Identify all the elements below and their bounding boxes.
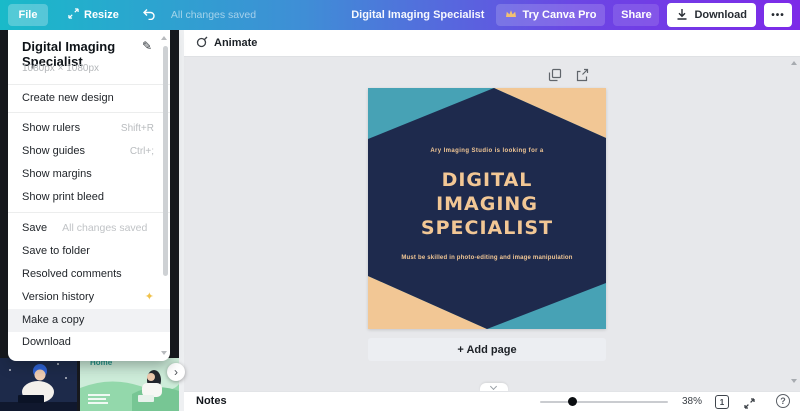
- sidebar-expand-button[interactable]: ›: [167, 363, 185, 381]
- menu-item-show-margins[interactable]: Show margins: [8, 163, 170, 186]
- bottombar-collapse-tab[interactable]: [480, 383, 508, 391]
- chevron-right-icon: ›: [174, 366, 178, 378]
- menu-item-show-guides[interactable]: Show guides Ctrl+;: [8, 140, 170, 163]
- menu-item-version-history[interactable]: Version history ✦: [8, 286, 170, 309]
- page-count-label: 1: [720, 398, 724, 407]
- menu-scrollbar[interactable]: [163, 46, 168, 276]
- resize-label: Resize: [84, 9, 119, 21]
- headline-line: SPECIALIST: [368, 216, 606, 240]
- animate-label: Animate: [214, 37, 257, 49]
- menu-scroll-up-icon[interactable]: [161, 36, 167, 40]
- menu-item-label: Version history: [22, 291, 94, 303]
- autosave-status: All changes saved: [171, 9, 256, 21]
- design-headline[interactable]: DIGITAL IMAGING SPECIALIST: [368, 168, 606, 240]
- move-page-icon[interactable]: [575, 68, 589, 87]
- header-bar: File Resize All changes saved Digital Im…: [0, 0, 800, 30]
- fullscreen-button[interactable]: [744, 396, 755, 411]
- page-count-button[interactable]: 1: [715, 395, 729, 409]
- menu-item-label: Save: [22, 222, 47, 234]
- canvas-area: Ary Imaging Studio is looking for a DIGI…: [184, 57, 800, 391]
- resize-icon: [68, 8, 79, 22]
- menu-item-create-new-design[interactable]: Create new design: [8, 87, 170, 110]
- document-title: Digital Imaging Specialist: [351, 9, 484, 21]
- zoom-percentage: 38%: [682, 396, 702, 407]
- menu-item-make-a-copy[interactable]: Make a copy: [8, 309, 170, 332]
- help-button[interactable]: ?: [776, 394, 790, 408]
- more-options-button[interactable]: •••: [764, 3, 792, 27]
- animate-button[interactable]: Animate: [196, 36, 257, 51]
- canvas-scroll-down-icon[interactable]: [791, 379, 797, 383]
- headline-line: IMAGING: [368, 192, 606, 216]
- design-text-block: Ary Imaging Studio is looking for a DIGI…: [368, 88, 606, 329]
- shortcut-label: Shift+R: [121, 117, 154, 140]
- premium-star-icon: ✦: [145, 286, 154, 309]
- try-canva-pro-label: Try Canva Pro: [522, 9, 596, 21]
- context-toolbar: Animate: [184, 30, 800, 57]
- download-button[interactable]: Download: [667, 3, 756, 27]
- menu-divider: [8, 84, 170, 85]
- design-kicker-text[interactable]: Ary Imaging Studio is looking for a: [368, 148, 606, 154]
- design-page[interactable]: Ary Imaging Studio is looking for a DIGI…: [368, 88, 606, 329]
- menu-item-show-rulers[interactable]: Show rulers Shift+R: [8, 117, 170, 140]
- menu-item-label: Show rulers: [22, 122, 80, 134]
- resize-button[interactable]: Resize: [62, 4, 125, 26]
- menu-item-show-print-bleed[interactable]: Show print bleed: [8, 186, 170, 209]
- zoom-slider-handle[interactable]: [568, 397, 577, 406]
- design-subtext[interactable]: Must be skilled in photo-editing and ima…: [368, 255, 606, 261]
- try-canva-pro-button[interactable]: Try Canva Pro: [496, 4, 605, 26]
- file-menu-button[interactable]: File: [8, 4, 48, 26]
- menu-item-save[interactable]: Save All changes saved: [8, 217, 170, 240]
- undo-button[interactable]: [137, 4, 161, 26]
- design-dimensions: 1080px × 1080px: [22, 63, 99, 74]
- template-thumbnail-navy[interactable]: [0, 358, 77, 411]
- share-button[interactable]: Share: [613, 4, 659, 26]
- file-dropdown-menu: Digital Imaging Specialist ✎ 1080px × 10…: [8, 30, 170, 361]
- zoom-slider-track[interactable]: [540, 401, 668, 403]
- menu-item-save-to-folder[interactable]: Save to folder: [8, 240, 170, 263]
- duplicate-page-icon[interactable]: [548, 68, 562, 87]
- menu-item-resolved-comments[interactable]: Resolved comments: [8, 263, 170, 286]
- template-thumbnail-home[interactable]: Home: [80, 358, 179, 411]
- menu-divider: [8, 212, 170, 213]
- canvas-scroll-up-icon[interactable]: [791, 61, 797, 65]
- canva-editor: File Resize All changes saved Digital Im…: [0, 0, 800, 411]
- download-label: Download: [694, 9, 747, 21]
- undo-icon: [142, 8, 156, 23]
- headline-line: DIGITAL: [368, 168, 606, 192]
- expand-icon: [744, 396, 755, 411]
- edit-title-pencil-icon[interactable]: ✎: [142, 39, 152, 53]
- menu-item-label: Show guides: [22, 145, 85, 157]
- shortcut-label: Ctrl+;: [130, 140, 154, 163]
- bottom-status-bar: Notes 38% 1 ?: [184, 391, 800, 411]
- chevron-down-icon: [490, 383, 497, 390]
- crown-icon: [505, 9, 517, 21]
- save-status-note: All changes saved: [62, 222, 147, 234]
- sidebar-edge: [179, 30, 184, 411]
- animate-icon: [196, 36, 208, 51]
- menu-divider: [8, 112, 170, 113]
- page-actions: [548, 68, 589, 87]
- add-page-button[interactable]: + Add page: [368, 338, 606, 361]
- download-icon: [676, 8, 688, 23]
- menu-item-download[interactable]: Download: [8, 331, 170, 354]
- notes-button[interactable]: Notes: [196, 395, 227, 407]
- question-mark-icon: ?: [780, 396, 786, 406]
- menu-scroll-down-icon[interactable]: [161, 351, 167, 355]
